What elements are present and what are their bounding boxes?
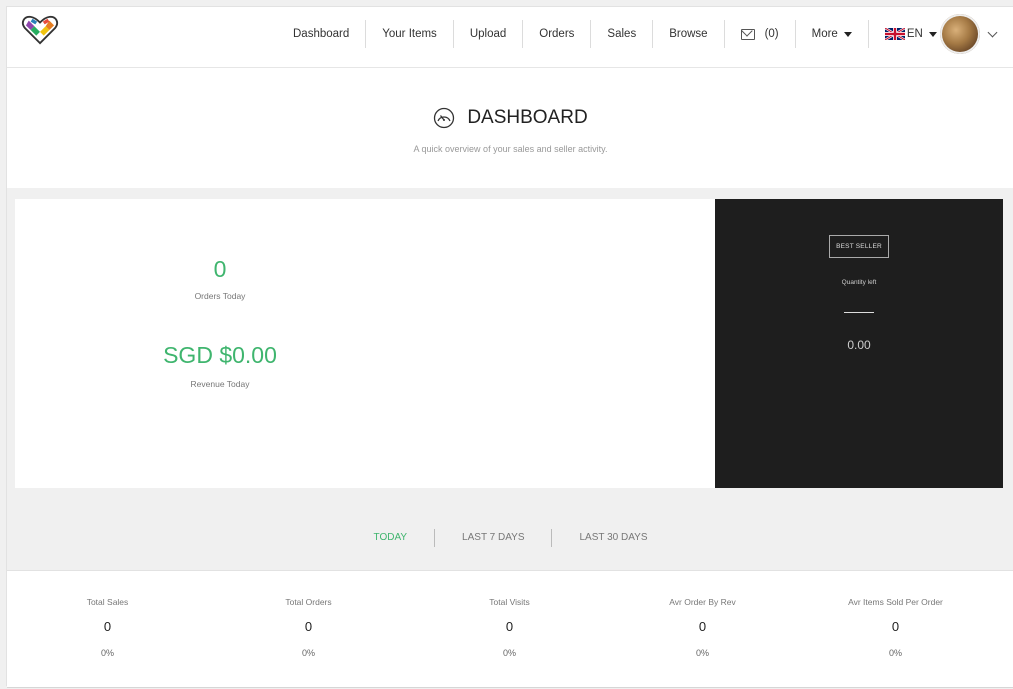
- quantity-left-label: Quantity left: [841, 279, 877, 286]
- metric-label: Avr Items Sold Per Order: [848, 597, 943, 607]
- metric-percent: 0%: [502, 648, 516, 658]
- metric-percent: 0%: [301, 648, 315, 658]
- uk-flag-icon: [884, 28, 905, 40]
- envelope-icon: [740, 28, 755, 40]
- metric-percent: 0%: [888, 648, 902, 658]
- app-frame: Dashboard Your Items Upload Orders Sales…: [6, 6, 1013, 688]
- tab-last-7-days[interactable]: LAST 7 DAYS: [435, 528, 551, 548]
- metric-label: Total Visits: [489, 597, 530, 607]
- language-label: EN: [906, 28, 923, 40]
- metric-label: Total Sales: [86, 597, 129, 607]
- best-seller-badge: BEST SELLER: [829, 235, 889, 258]
- metric-value: 0: [698, 619, 707, 634]
- messages-count: (0): [764, 28, 779, 40]
- tab-today[interactable]: TODAY: [347, 528, 435, 548]
- best-seller-panel: BEST SELLER Quantity left 0.00: [715, 199, 1003, 488]
- speedometer-icon: [434, 107, 455, 129]
- revenue-today-label: Revenue Today: [190, 379, 250, 389]
- metric-value: 0: [505, 619, 514, 634]
- user-avatar[interactable]: [940, 14, 980, 54]
- page-header: DASHBOARD A quick overview of your sales…: [7, 67, 1013, 187]
- period-tabs: TODAY LAST 7 DAYS LAST 30 DAYS: [7, 528, 1013, 548]
- nav-more-dropdown[interactable]: More: [796, 20, 869, 48]
- nav-upload[interactable]: Upload: [454, 20, 524, 48]
- metric-label: Total Orders: [285, 597, 332, 607]
- orders-today-value: 0: [213, 256, 227, 282]
- metric-value: 0: [304, 619, 313, 634]
- today-stats-panel: 0 Orders Today SGD $0.00 Revenue Today: [15, 199, 715, 488]
- top-navbar: Dashboard Your Items Upload Orders Sales…: [7, 7, 1013, 68]
- more-label: More: [811, 28, 838, 40]
- nav-browse[interactable]: Browse: [653, 20, 725, 48]
- divider: [844, 312, 874, 313]
- main-nav: Dashboard Your Items Upload Orders Sales…: [277, 20, 953, 48]
- caret-down-icon: [843, 31, 852, 37]
- revenue-today-value: SGD $0.00: [163, 342, 277, 368]
- metric-value: 0: [103, 619, 112, 634]
- orders-today-label: Orders Today: [194, 291, 246, 301]
- metrics-row: Total Sales 0 0% Total Orders 0 0% Total…: [7, 570, 1013, 688]
- nav-messages[interactable]: (0): [725, 20, 796, 48]
- nav-orders[interactable]: Orders: [523, 20, 592, 48]
- page-title: DASHBOARD: [7, 107, 1013, 129]
- nav-dashboard[interactable]: Dashboard: [277, 20, 367, 48]
- metric-percent: 0%: [695, 648, 709, 658]
- page-title-text: DASHBOARD: [467, 107, 588, 128]
- tab-last-30-days[interactable]: LAST 30 DAYS: [552, 528, 674, 548]
- metric-percent: 0%: [100, 648, 114, 658]
- best-seller-value: 0.00: [847, 338, 871, 352]
- caret-down-icon: [928, 31, 937, 37]
- metric-value: 0: [891, 619, 900, 634]
- page-subtitle: A quick overview of your sales and selle…: [413, 144, 608, 154]
- nav-your-items[interactable]: Your Items: [366, 20, 454, 48]
- nav-sales[interactable]: Sales: [591, 20, 654, 48]
- chevron-down-icon[interactable]: [987, 27, 998, 38]
- metric-label: Avr Order By Rev: [669, 597, 736, 607]
- heart-handshake-logo-icon[interactable]: [21, 15, 59, 45]
